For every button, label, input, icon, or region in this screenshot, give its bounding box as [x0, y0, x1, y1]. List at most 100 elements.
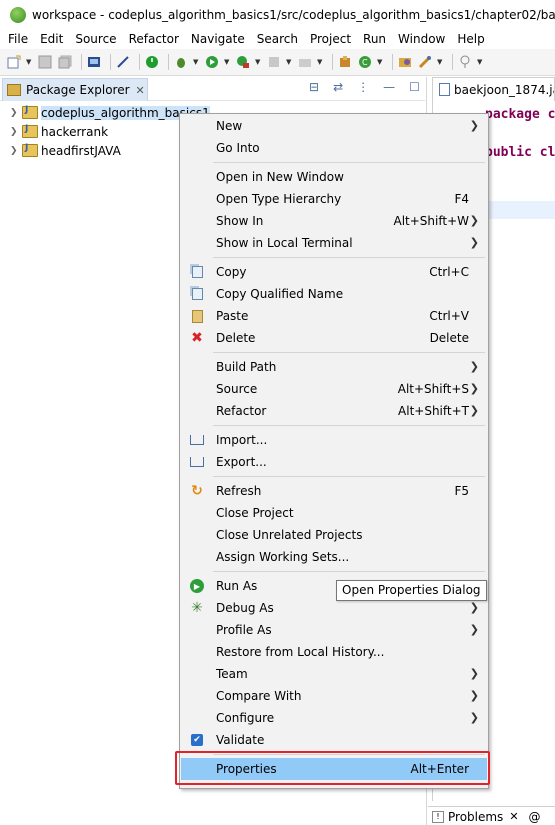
search-dropdown-icon[interactable]: ▼	[437, 58, 444, 66]
javadoc-tab-icon[interactable]: @	[529, 810, 541, 824]
validate-check-icon: ✔	[189, 732, 205, 748]
minimize-icon[interactable]: —	[383, 80, 395, 94]
menu-window[interactable]: Window	[392, 29, 451, 49]
close-icon[interactable]: ✕	[509, 810, 518, 823]
package-explorer-view-actions: ⊟ ⇄ ⋮ — ☐	[309, 80, 420, 94]
menu-item-assign-working-sets[interactable]: Assign Working Sets...	[181, 546, 487, 568]
pin-icon[interactable]	[457, 54, 473, 70]
menu-item-import[interactable]: Import...	[181, 429, 487, 451]
chevron-right-icon: ❯	[469, 689, 479, 702]
menu-item-configure[interactable]: Configure ❯	[181, 707, 487, 729]
skip-breakpoints-icon[interactable]	[115, 54, 131, 70]
chevron-right-icon: ❯	[469, 382, 479, 395]
menu-item-label: Run As	[216, 579, 258, 593]
menu-item-refresh[interactable]: ↻ Refresh F5	[181, 480, 487, 502]
menu-item-close-unrelated-projects[interactable]: Close Unrelated Projects	[181, 524, 487, 546]
link-with-editor-icon[interactable]: ⇄	[333, 80, 343, 94]
menu-item-label: Source	[216, 382, 258, 396]
menu-item-validate[interactable]: ✔ Validate	[181, 729, 487, 751]
menu-item-label: Build Path	[216, 360, 277, 374]
collapse-all-icon[interactable]: ⊟	[309, 80, 319, 94]
stop-icon[interactable]	[266, 54, 282, 70]
menu-item-close-project[interactable]: Close Project	[181, 502, 487, 524]
window-title-bar: workspace - codeplus_algorithm_basics1/s…	[0, 0, 555, 29]
save-all-icon[interactable]	[57, 54, 73, 70]
debug-dropdown-icon[interactable]: ▼	[193, 58, 200, 66]
menu-help[interactable]: Help	[451, 29, 490, 49]
terminal-icon[interactable]	[86, 54, 102, 70]
tab-problems[interactable]: ! Problems ✕ @	[432, 807, 541, 825]
external-tools-dropdown-icon[interactable]: ▼	[317, 58, 324, 66]
menu-project[interactable]: Project	[304, 29, 357, 49]
menu-item-source[interactable]: Source Alt+Shift+S ❯	[181, 378, 487, 400]
tab-package-explorer[interactable]: Package Explorer ✕	[2, 78, 148, 101]
run-dropdown-icon[interactable]: ▼	[224, 58, 231, 66]
menu-item-new[interactable]: New ❯	[181, 115, 487, 137]
tab-editor-file[interactable]: baekjoon_1874.java	[432, 77, 555, 101]
chevron-right-icon[interactable]: ❯	[10, 146, 20, 156]
menu-refactor[interactable]: Refactor	[123, 29, 185, 49]
close-icon[interactable]: ✕	[136, 84, 145, 97]
menu-item-refactor[interactable]: Refactor Alt+Shift+T ❯	[181, 400, 487, 422]
menu-item-compare-with[interactable]: Compare With ❯	[181, 685, 487, 707]
toolbar-separator	[452, 54, 453, 70]
menu-item-show-in-local-terminal[interactable]: Show in Local Terminal ❯	[181, 232, 487, 254]
menu-item-open-type-hierarchy[interactable]: Open Type Hierarchy F4	[181, 188, 487, 210]
stop-dropdown-icon[interactable]: ▼	[286, 58, 293, 66]
coverage-icon[interactable]	[235, 54, 251, 70]
menu-item-export[interactable]: Export...	[181, 451, 487, 473]
new-java-package-icon[interactable]	[337, 54, 353, 70]
menu-item-label: Copy	[216, 265, 247, 279]
menu-item-paste[interactable]: Paste Ctrl+V	[181, 305, 487, 327]
menu-run[interactable]: Run	[357, 29, 392, 49]
open-type-icon[interactable]	[397, 54, 413, 70]
menu-item-show-in[interactable]: Show In Alt+Shift+W ❯	[181, 210, 487, 232]
menu-item-open-in-new-window[interactable]: Open in New Window	[181, 166, 487, 188]
menu-search[interactable]: Search	[251, 29, 304, 49]
new-dropdown-icon[interactable]: ▼	[26, 58, 33, 66]
menu-item-copy[interactable]: Copy Ctrl+C	[181, 261, 487, 283]
view-menu-icon[interactable]: ⋮	[357, 80, 369, 94]
problems-icon: !	[432, 810, 444, 823]
menu-item-delete[interactable]: ✖ Delete Delete	[181, 327, 487, 349]
debug-bug-icon[interactable]	[173, 54, 189, 70]
menu-source[interactable]: Source	[69, 29, 122, 49]
menu-item-team[interactable]: Team ❯	[181, 663, 487, 685]
chevron-right-icon[interactable]: ❯	[10, 127, 20, 137]
menu-item-go-into[interactable]: Go Into	[181, 137, 487, 159]
menu-item-copy-qualified-name[interactable]: Copy Qualified Name	[181, 283, 487, 305]
new-class-dropdown-icon[interactable]: ▼	[377, 58, 384, 66]
pin-dropdown-icon[interactable]: ▼	[477, 58, 484, 66]
menu-navigate[interactable]: Navigate	[185, 29, 251, 49]
coverage-dropdown-icon[interactable]: ▼	[255, 58, 262, 66]
save-icon[interactable]	[37, 54, 53, 70]
java-project-icon	[22, 105, 38, 119]
menu-item-shortcut: Delete	[429, 331, 469, 345]
bottom-panel: ! Problems ✕ @	[428, 806, 555, 825]
java-project-icon	[22, 124, 38, 138]
tree-item-label: headfirstJAVA	[41, 143, 121, 158]
menu-item-label: Assign Working Sets...	[216, 550, 350, 564]
menu-item-restore-from-local-history[interactable]: Restore from Local History...	[181, 641, 487, 663]
menu-item-profile-as[interactable]: Profile As ❯	[181, 619, 487, 641]
menu-file[interactable]: File	[2, 29, 34, 49]
menu-item-build-path[interactable]: Build Path ❯	[181, 356, 487, 378]
maximize-icon[interactable]: ☐	[409, 80, 420, 94]
chevron-right-icon[interactable]: ❯	[10, 108, 20, 118]
menu-separator	[213, 476, 485, 477]
refresh-icon: ↻	[191, 483, 203, 499]
menu-item-label: Close Project	[216, 506, 294, 520]
new-wizard-icon[interactable]	[6, 54, 22, 70]
editor-tab-label: baekjoon_1874.java	[454, 82, 554, 97]
chevron-right-icon: ❯	[469, 623, 479, 636]
power-icon[interactable]	[144, 54, 160, 70]
run-icon[interactable]	[204, 54, 220, 70]
external-tools-icon[interactable]	[297, 54, 313, 70]
menu-item-label: Compare With	[216, 689, 302, 703]
main-toolbar: ▼ ▼ ▼ ▼ ▼ ▼ C ▼ ▼ ▼	[0, 49, 555, 76]
menu-edit[interactable]: Edit	[34, 29, 69, 49]
eclipse-app-icon	[10, 6, 26, 23]
debug-icon: ✳	[191, 600, 203, 616]
new-java-class-icon[interactable]: C	[357, 54, 373, 70]
search-icon[interactable]	[417, 54, 433, 70]
